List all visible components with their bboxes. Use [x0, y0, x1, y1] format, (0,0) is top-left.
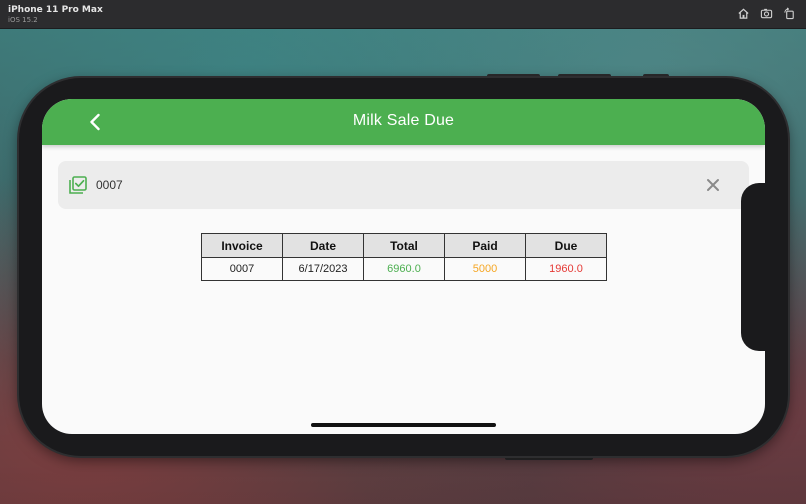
cell-total: 6960.0	[363, 257, 445, 281]
home-indicator[interactable]	[311, 423, 496, 427]
app-screen: Milk Sale Due 0007 Invoice Date Total Pa…	[42, 99, 765, 434]
screenshot-icon[interactable]	[760, 7, 773, 20]
home-icon[interactable]	[737, 7, 750, 20]
column-header-total: Total	[363, 233, 445, 258]
close-icon[interactable]	[705, 177, 721, 193]
search-input[interactable]: 0007	[96, 178, 123, 192]
cell-due: 1960.0	[525, 257, 607, 281]
simulator-actions	[737, 7, 796, 20]
app-header: Milk Sale Due	[42, 99, 765, 145]
os-version: iOS 15.2	[8, 16, 38, 24]
camera-notch	[741, 183, 781, 351]
due-table: Invoice Date Total Paid Due 0007 6/17/20…	[201, 233, 607, 281]
table-header-row: Invoice Date Total Paid Due	[201, 233, 607, 258]
column-header-paid: Paid	[444, 233, 526, 258]
page-title: Milk Sale Due	[352, 112, 455, 129]
rotate-icon[interactable]	[783, 7, 796, 20]
search-bar[interactable]: 0007	[58, 161, 749, 209]
device-name: iPhone 11 Pro Max	[8, 5, 103, 15]
cell-date: 6/17/2023	[282, 257, 364, 281]
column-header-due: Due	[525, 233, 607, 258]
cell-invoice: 0007	[201, 257, 283, 281]
simulator-toolbar: iPhone 11 Pro Max iOS 15.2	[0, 0, 806, 29]
column-header-invoice: Invoice	[201, 233, 283, 258]
checklist-icon	[69, 176, 87, 194]
cell-paid: 5000	[444, 257, 526, 281]
column-header-date: Date	[282, 233, 364, 258]
phone-button	[505, 456, 593, 460]
table-row[interactable]: 0007 6/17/2023 6960.0 5000 1960.0	[201, 257, 607, 281]
